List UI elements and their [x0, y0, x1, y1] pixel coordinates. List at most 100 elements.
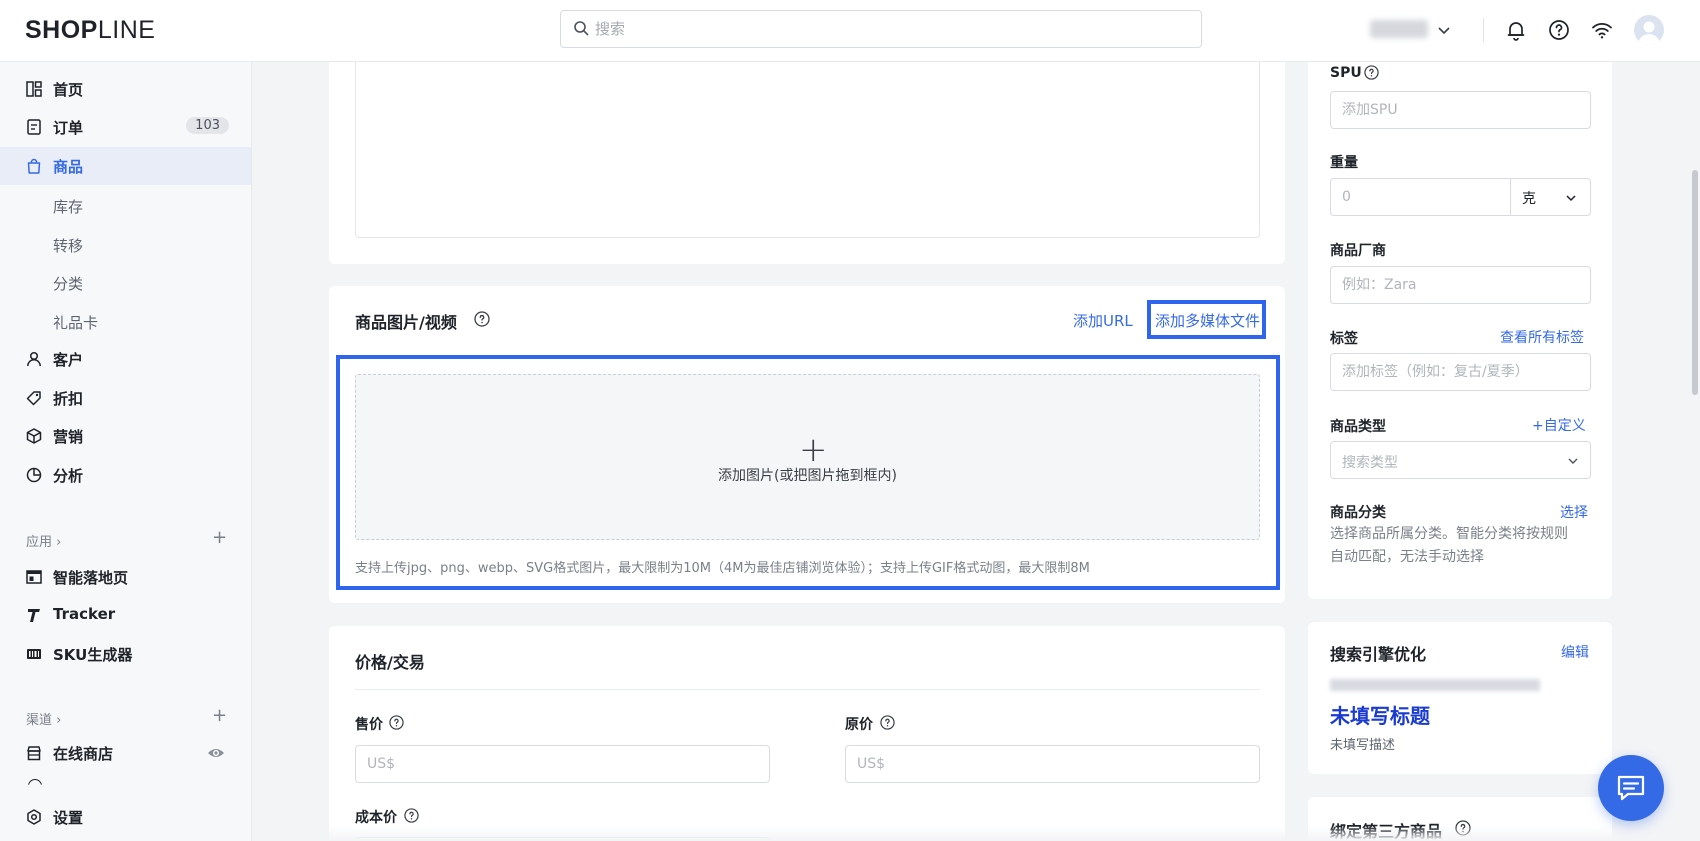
add-app-plus-icon[interactable]: +: [212, 527, 227, 548]
sidebar-app-landing-page[interactable]: 智能落地页: [0, 558, 251, 596]
product-category-label: 商品分类: [1330, 505, 1386, 521]
sidebar-item-marketing[interactable]: 营销: [0, 417, 251, 455]
tracker-t-icon: [28, 609, 40, 622]
sidebar-item-label: 设置: [53, 809, 84, 827]
description-card: [329, 62, 1285, 264]
avatar[interactable]: [1634, 15, 1664, 45]
shopping-bag-icon: [27, 158, 41, 174]
dashboard-icon: [26, 81, 42, 97]
sidebar-item-settings[interactable]: 设置: [0, 798, 251, 836]
bottom-fade: [252, 826, 1700, 841]
apps-section-label[interactable]: 应用 ›: [26, 531, 61, 550]
sidebar-item-label: Tracker: [53, 605, 116, 623]
cost-price-label: 成本价: [355, 810, 397, 826]
help-circle-icon[interactable]: [1364, 65, 1379, 80]
plus-icon: +: [799, 430, 828, 470]
chat-support-button[interactable]: [1598, 755, 1664, 821]
layout-icon: [26, 570, 42, 584]
eye-icon[interactable]: [207, 744, 225, 762]
channels-section-label[interactable]: 渠道 ›: [26, 709, 61, 728]
weight-unit-value: 克: [1522, 191, 1536, 207]
vendor-label: 商品厂商: [1330, 243, 1386, 259]
chevron-down-icon: [1568, 458, 1578, 464]
help-circle-icon[interactable]: [404, 808, 419, 823]
tags-input[interactable]: [1330, 353, 1591, 391]
help-circle-icon[interactable]: [389, 715, 404, 730]
search-icon: [574, 21, 589, 36]
sidebar-app-tracker[interactable]: Tracker: [0, 596, 251, 634]
sidebar-item-analytics[interactable]: 分析: [0, 456, 251, 494]
header-divider: [1483, 18, 1484, 42]
weight-label: 重量: [1330, 155, 1358, 171]
order-icon: [27, 119, 41, 135]
seo-edit-link[interactable]: 编辑: [1561, 642, 1589, 662]
weight-input[interactable]: [1330, 178, 1511, 216]
spu-input[interactable]: [1330, 91, 1591, 129]
shopline-logo[interactable]: SHOPLINE: [25, 16, 155, 45]
sidebar-item-home[interactable]: 首页: [0, 70, 251, 108]
help-circle-icon[interactable]: [474, 311, 490, 327]
sidebar-subitem-transfers[interactable]: 转移: [53, 235, 83, 256]
tags-label: 标签: [1330, 331, 1358, 347]
sidebar-item-label: 客户: [53, 351, 84, 369]
chevron-down-icon[interactable]: [1436, 22, 1452, 38]
custom-type-link[interactable]: +自定义: [1532, 415, 1586, 435]
sidebar-item-customers[interactable]: 客户: [0, 340, 251, 378]
page-scrollbar[interactable]: [1692, 170, 1698, 395]
cube-icon: [26, 428, 42, 444]
sidebar-item-orders[interactable]: 订单 103: [0, 108, 251, 146]
product-type-select[interactable]: 搜索类型: [1330, 441, 1591, 479]
price-card: [329, 626, 1285, 841]
select-category-link[interactable]: 选择: [1560, 502, 1588, 522]
top-bar: SHOPLINE: [0, 0, 1700, 62]
original-price-label: 原价: [845, 717, 873, 733]
view-all-tags-link[interactable]: 查看所有标签: [1500, 327, 1584, 347]
sidebar-item-label: SKU生成器: [53, 646, 133, 664]
seo-url-blurred: [1330, 679, 1540, 691]
original-price-input[interactable]: [845, 745, 1260, 783]
cut-off-item-icon: [28, 779, 42, 785]
product-type-label: 商品类型: [1330, 419, 1386, 435]
store-icon: [27, 746, 41, 761]
sidebar-item-discounts[interactable]: 折扣: [0, 379, 251, 417]
tag-icon: [26, 391, 41, 406]
add-channel-plus-icon[interactable]: +: [212, 705, 227, 726]
chevron-down-icon: [1566, 195, 1576, 202]
help-icon[interactable]: [1547, 18, 1571, 42]
sidebar-item-label: 在线商店: [53, 745, 114, 763]
sidebar-subitem-gift-cards[interactable]: 礼品卡: [53, 312, 98, 333]
search-input[interactable]: [595, 11, 1185, 47]
spu-label: SPU: [1330, 65, 1362, 81]
bell-icon[interactable]: [1504, 18, 1528, 42]
sidebar-item-label: 折扣: [53, 390, 84, 408]
chat-bubble-icon: [1617, 775, 1645, 801]
store-name-blurred[interactable]: [1370, 20, 1428, 38]
add-url-link[interactable]: 添加URL: [1073, 310, 1133, 331]
description-editor-area[interactable]: [355, 62, 1260, 238]
seo-section-title: 搜索引擎优化: [1330, 645, 1427, 664]
product-type-placeholder: 搜索类型: [1342, 455, 1398, 471]
sidebar-app-sku-generator[interactable]: SKU生成器: [0, 635, 251, 673]
user-avatar-icon: [1638, 21, 1660, 45]
sidebar-item-label: 智能落地页: [53, 569, 129, 587]
vendor-input[interactable]: [1330, 266, 1591, 304]
media-section-title: 商品图片/视频: [355, 313, 457, 332]
help-circle-icon[interactable]: [880, 715, 895, 730]
media-dropzone[interactable]: + 添加图片(或把图片拖到框内): [355, 374, 1260, 540]
upload-hint-text: 支持上传jpg、png、webp、SVG格式图片，最大限制为10M（4M为最佳店…: [355, 561, 1090, 576]
sale-price-input[interactable]: [355, 745, 770, 783]
sidebar-subitem-collections[interactable]: 分类: [53, 273, 83, 294]
weight-unit-select[interactable]: 克: [1510, 178, 1591, 216]
dropzone-text: 添加图片(或把图片拖到框内): [718, 468, 897, 484]
wifi-icon[interactable]: [1590, 18, 1614, 42]
sidebar: 首页 订单 103 商品 库存 转移 分类 礼品卡 客户 折扣 营销 分析 应用…: [0, 62, 252, 841]
sidebar-item-label: 商品: [53, 158, 84, 176]
sidebar-item-label: 订单: [53, 119, 84, 137]
seo-page-title: 未填写标题: [1330, 704, 1430, 728]
sidebar-item-products[interactable]: 商品: [0, 147, 251, 185]
sidebar-item-label: 营销: [53, 428, 84, 446]
sidebar-subitem-inventory[interactable]: 库存: [53, 196, 83, 217]
global-search[interactable]: [560, 10, 1202, 48]
orders-count-badge: 103: [186, 117, 229, 134]
add-media-files-link[interactable]: 添加多媒体文件: [1155, 310, 1260, 331]
